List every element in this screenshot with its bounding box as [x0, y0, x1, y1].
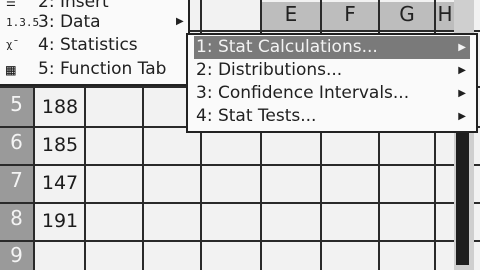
row-number: 6: [10, 130, 23, 154]
row-header[interactable]: 8: [0, 204, 33, 240]
row-number: 9: [10, 243, 23, 267]
submenu-item-label: 2: Distributions...: [196, 60, 343, 80]
cell-value: 188: [41, 96, 79, 118]
table-cell[interactable]: [36, 244, 84, 270]
cell-value: 185: [41, 134, 79, 156]
submenu-arrow-icon: ▶: [176, 16, 184, 27]
menu-item-insert[interactable]: 2: Insert: [38, 0, 109, 12]
column-label: E: [284, 2, 298, 26]
row-header[interactable]: 5: [0, 88, 33, 126]
menu-item-label: 3: Data: [38, 12, 101, 32]
column-label: H: [437, 2, 453, 26]
menu-item-function-table[interactable]: 5: Function Tab: [38, 59, 166, 79]
grid-line: [0, 240, 480, 242]
column-header-h[interactable]: H: [436, 2, 454, 30]
menu-item-data[interactable]: 3: Data: [38, 12, 101, 32]
row-number: 7: [10, 168, 23, 192]
cell-value: 147: [41, 172, 79, 194]
submenu-arrow-icon: ▶: [458, 65, 466, 76]
table-cell[interactable]: 185: [36, 130, 84, 160]
submenu-item-confidence-intervals[interactable]: 3: Confidence Intervals... ▶: [194, 82, 470, 105]
cell-value: 191: [41, 210, 79, 232]
column-header-f[interactable]: F: [322, 2, 378, 30]
table-cell[interactable]: 188: [36, 92, 84, 122]
row-header[interactable]: 9: [0, 242, 33, 270]
column-header-g[interactable]: G: [380, 2, 434, 30]
submenu-arrow-icon: ▶: [458, 88, 466, 99]
row-number: 8: [10, 206, 23, 230]
submenu-item-stat-calculations[interactable]: 1: Stat Calculations... ▶: [194, 36, 470, 59]
menu-item-statistics[interactable]: 4: Statistics: [38, 35, 138, 55]
grid-line: [0, 202, 480, 204]
action-menu: 2: Insert ☰ 3: Data 1.3.5 ▶ 4: Statistic…: [0, 0, 190, 86]
statistics-icon: χ̄: [6, 38, 13, 51]
row-number: 5: [10, 92, 23, 116]
statistics-submenu: 1: Stat Calculations... ▶ 2: Distributio…: [186, 33, 478, 133]
column-label: G: [399, 2, 415, 26]
submenu-item-label: 4: Stat Tests...: [196, 106, 317, 126]
table-cell[interactable]: 191: [36, 206, 84, 236]
row-header[interactable]: 7: [0, 166, 33, 202]
row-header[interactable]: 6: [0, 128, 33, 164]
grid-line: [0, 164, 480, 166]
submenu-arrow-icon: ▶: [458, 42, 466, 53]
submenu-item-stat-tests[interactable]: 4: Stat Tests... ▶: [194, 105, 470, 128]
menu-item-label: 5: Function Tab: [38, 59, 167, 79]
data-icon: 1.3.5: [6, 16, 40, 29]
submenu-item-label: 1: Stat Calculations...: [196, 37, 378, 57]
submenu-item-label: 3: Confidence Intervals...: [196, 83, 410, 103]
column-label: F: [344, 2, 356, 26]
menu-item-label: 2: Insert: [38, 0, 109, 12]
submenu-arrow-icon: ▶: [458, 111, 466, 122]
insert-icon: ☰: [6, 0, 16, 9]
menu-item-label: 4: Statistics: [38, 35, 138, 55]
submenu-item-distributions[interactable]: 2: Distributions... ▶: [194, 59, 470, 82]
column-header-e[interactable]: E: [262, 2, 320, 30]
table-cell[interactable]: 147: [36, 168, 84, 198]
scrollbar-thumb[interactable]: [456, 130, 469, 265]
function-table-icon: ▦: [6, 60, 16, 79]
